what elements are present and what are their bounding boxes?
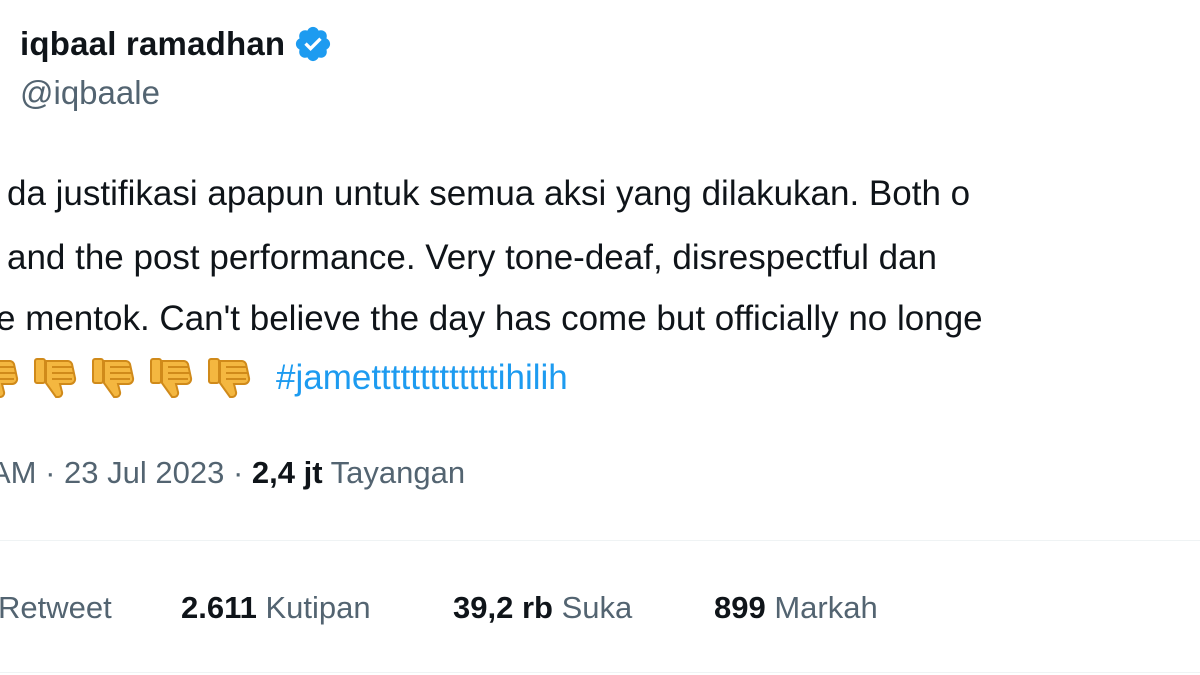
verified-badge-icon[interactable] [293, 24, 333, 64]
quotes-label: Kutipan [265, 590, 371, 625]
bookmarks-count: 899 [714, 590, 766, 625]
tweet-text-line-2: and the post performance. Very tone-deaf… [7, 238, 938, 277]
tweet-text-line-3: e mentok. Can't believe the day has come… [0, 299, 983, 338]
views-label: Tayangan [330, 455, 466, 490]
likes-label: Suka [561, 590, 633, 625]
divider [0, 672, 1200, 673]
divider [0, 540, 1200, 541]
thumbs-down-icon [206, 355, 254, 401]
likes-count: 39,2 rb [453, 590, 553, 625]
views-count: 2,4 jt [251, 455, 323, 490]
likes-stat[interactable]: 39,2 rb Suka [453, 585, 632, 631]
retweets-label: Retweet [0, 590, 112, 625]
author-display-name[interactable]: iqbaal ramadhan [20, 25, 285, 63]
tweet-text-line-4: #jametttttttttttttihilih [0, 354, 568, 402]
thumbs-down-icon [0, 355, 22, 401]
hashtag-link[interactable]: #jametttttttttttttihilih [276, 354, 568, 402]
quotes-stat[interactable]: 2.611 Kutipan [181, 585, 371, 631]
tweet-timestamp[interactable]: AM · 23 Jul 2023 · [0, 455, 243, 490]
tweet-detail: iqbaal ramadhan @iqbaale da justifikasi … [0, 0, 1200, 675]
thumbs-down-icon [32, 355, 80, 401]
author-handle[interactable]: @iqbaale [20, 74, 160, 112]
author-header[interactable]: iqbaal ramadhan [20, 20, 333, 68]
thumbs-down-icon [90, 355, 138, 401]
quotes-count: 2.611 [181, 590, 257, 625]
retweets-stat[interactable]: Retweet [0, 585, 112, 631]
bookmarks-label: Markah [774, 590, 878, 625]
emoji-row [0, 355, 264, 401]
thumbs-down-icon [148, 355, 196, 401]
tweet-text-line-1: da justifikasi apapun untuk semua aksi y… [7, 174, 971, 213]
bookmarks-stat[interactable]: 899 Markah [714, 585, 878, 631]
tweet-meta: AM · 23 Jul 2023 · 2,4 jt Tayangan [0, 450, 465, 496]
